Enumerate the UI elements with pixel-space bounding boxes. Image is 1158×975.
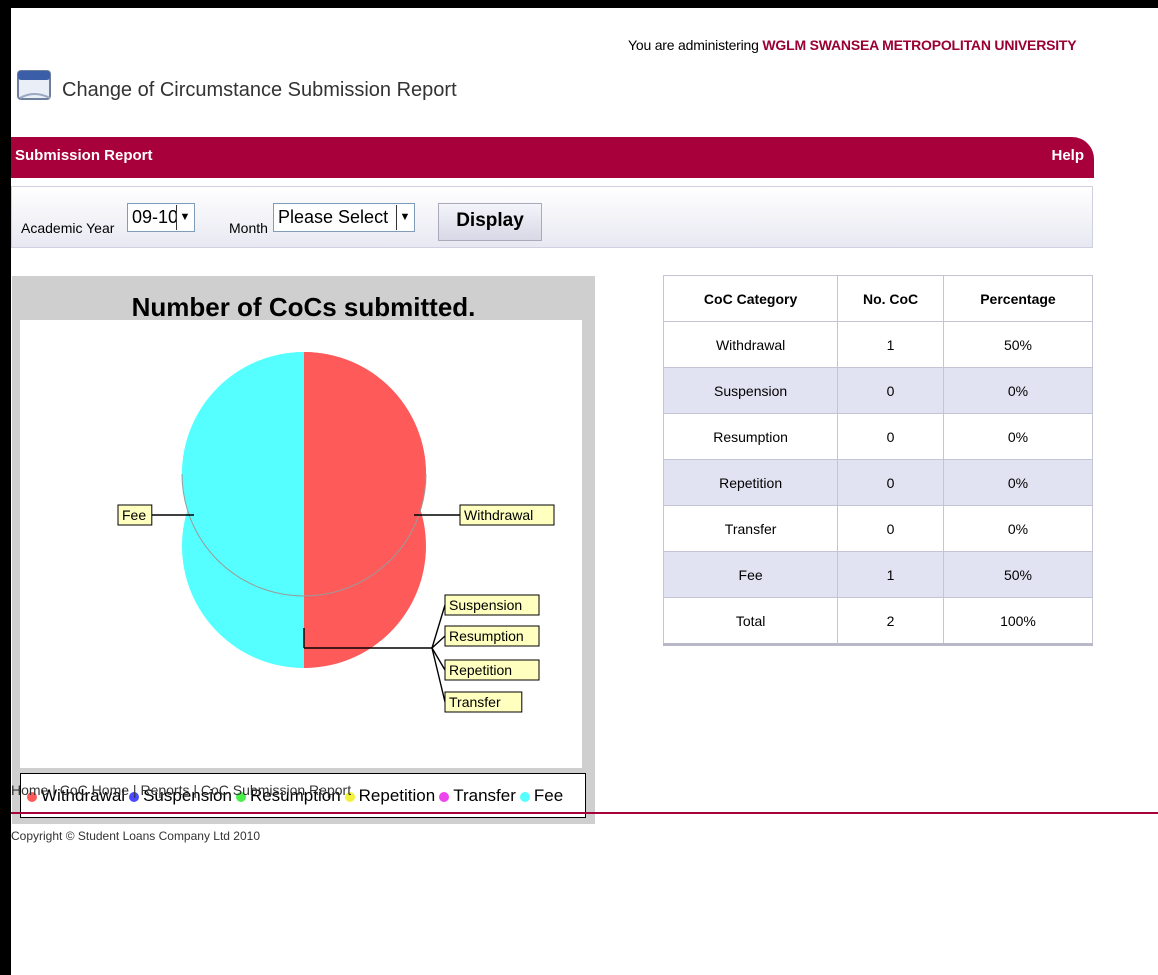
table-row: Suspension 0 0% — [662, 367, 1094, 414]
cell-percentage: 0% — [942, 413, 1094, 460]
filter-bar: Academic Year 09-10 ▼ Month Please Selec… — [11, 186, 1093, 248]
table-row: Repetition 0 0% — [662, 459, 1094, 506]
month-label: Month — [229, 220, 268, 236]
pie-label-text: Fee — [122, 507, 146, 523]
month-select[interactable]: Please Select ▼ — [273, 203, 415, 232]
academic-year-value: 09-10 — [132, 207, 179, 227]
chevron-down-icon: ▼ — [396, 205, 413, 230]
legend-item: Transfer — [439, 786, 516, 805]
pie-label: Withdrawal — [459, 504, 555, 526]
window-frame-left — [0, 0, 11, 975]
breadcrumb-coc-home[interactable]: CoC Home — [60, 782, 129, 798]
table-row: Transfer 0 0% — [662, 505, 1094, 552]
cell-percentage: 50% — [942, 321, 1094, 368]
cell-category: Fee — [662, 551, 839, 598]
breadcrumb-home[interactable]: Home — [11, 782, 48, 798]
academic-year-select[interactable]: 09-10 ▼ — [127, 203, 195, 232]
pie-leader-line — [431, 647, 446, 703]
legend-label: Transfer — [453, 786, 516, 805]
pie-chart: Withdrawal Fee Suspension Resumption Repetit… — [117, 352, 555, 713]
academic-year-label: Academic Year — [21, 220, 115, 236]
cell-percentage: 0% — [942, 459, 1094, 506]
pie-label: Resumption — [444, 625, 540, 647]
pie-label: Repetition — [444, 659, 540, 681]
pie-label: Fee — [117, 504, 153, 526]
chart-title: Number of CoCs submitted. — [131, 292, 476, 322]
month-value: Please Select — [278, 207, 389, 227]
header-no-coc: No. CoC — [837, 275, 944, 322]
breadcrumb-separator: | — [132, 782, 137, 798]
cell-percentage: 0% — [942, 367, 1094, 414]
help-link[interactable]: Help — [1051, 147, 1084, 164]
page-title: Change of Circumstance Submission Report — [62, 79, 457, 101]
header-coc-category: CoC Category — [662, 275, 839, 322]
admin-info: You are administering WGLM SWANSEA METRO… — [628, 37, 1077, 53]
table-row: Resumption 0 0% — [662, 413, 1094, 460]
chart-plot-area: Withdrawal Fee Suspension Resumption Repetit… — [20, 320, 582, 768]
legend-swatch — [519, 791, 530, 802]
pie-label: Suspension — [444, 594, 540, 616]
admin-organisation: WGLM SWANSEA METROPOLITAN UNIVERSITY — [762, 37, 1077, 53]
header-percentage: Percentage — [942, 275, 1094, 322]
cell-category: Total — [662, 597, 839, 645]
cell-count: 0 — [837, 413, 944, 460]
cell-count: 0 — [837, 367, 944, 414]
document-icon — [17, 70, 51, 100]
cell-category: Resumption — [662, 413, 839, 460]
pie-label-text: Repetition — [449, 662, 512, 678]
cell-percentage: 100% — [942, 597, 1094, 645]
cell-count: 2 — [837, 597, 944, 645]
chart-panel: Number of CoCs submitted. Withdrawal Fee S… — [12, 276, 595, 824]
cell-category: Suspension — [662, 367, 839, 414]
pie-label-text: Transfer — [449, 694, 501, 710]
cell-category: Repetition — [662, 459, 839, 506]
cell-percentage: 0% — [942, 505, 1094, 552]
summary-table: CoC Category No. CoC Percentage Withdraw… — [662, 275, 1094, 646]
legend-item: Repetition — [344, 786, 436, 805]
copyright: Copyright © Student Loans Company Ltd 20… — [11, 829, 260, 843]
cell-count: 1 — [837, 321, 944, 368]
window-frame-top — [0, 0, 1158, 8]
admin-prefix: You are administering — [628, 37, 759, 53]
section-header-bar: Submission Report Help — [11, 137, 1094, 178]
pie-label-text: Suspension — [449, 597, 522, 613]
cell-count: 0 — [837, 459, 944, 506]
table-row: Total 2 100% — [662, 597, 1094, 645]
chevron-down-icon: ▼ — [176, 205, 193, 230]
footer-divider — [11, 812, 1158, 814]
breadcrumb-reports[interactable]: Reports — [140, 782, 189, 798]
cell-percentage: 50% — [942, 551, 1094, 598]
pie-label-text: Withdrawal — [464, 507, 533, 523]
cell-count: 1 — [837, 551, 944, 598]
table-row: Withdrawal 1 50% — [662, 321, 1094, 368]
pie-label: Transfer — [444, 691, 523, 713]
cell-count: 0 — [837, 505, 944, 552]
legend-item: Fee — [519, 786, 564, 805]
table-row: Fee 1 50% — [662, 551, 1094, 598]
cell-category: Withdrawal — [662, 321, 839, 368]
cell-category: Transfer — [662, 505, 839, 552]
legend-swatch — [439, 791, 450, 802]
breadcrumb: Home | CoC Home | Reports | CoC Submissi… — [11, 782, 351, 798]
breadcrumb-current: CoC Submission Report — [200, 782, 352, 798]
breadcrumb-separator: | — [52, 782, 56, 798]
breadcrumb-separator: | — [193, 782, 198, 798]
legend-label: Repetition — [358, 786, 436, 805]
pie-label-text: Resumption — [449, 628, 524, 644]
display-button[interactable]: Display — [438, 203, 542, 241]
section-title: Submission Report — [15, 147, 153, 164]
table-header-row: CoC Category No. CoC Percentage — [662, 275, 1094, 322]
legend-label: Fee — [533, 786, 564, 805]
